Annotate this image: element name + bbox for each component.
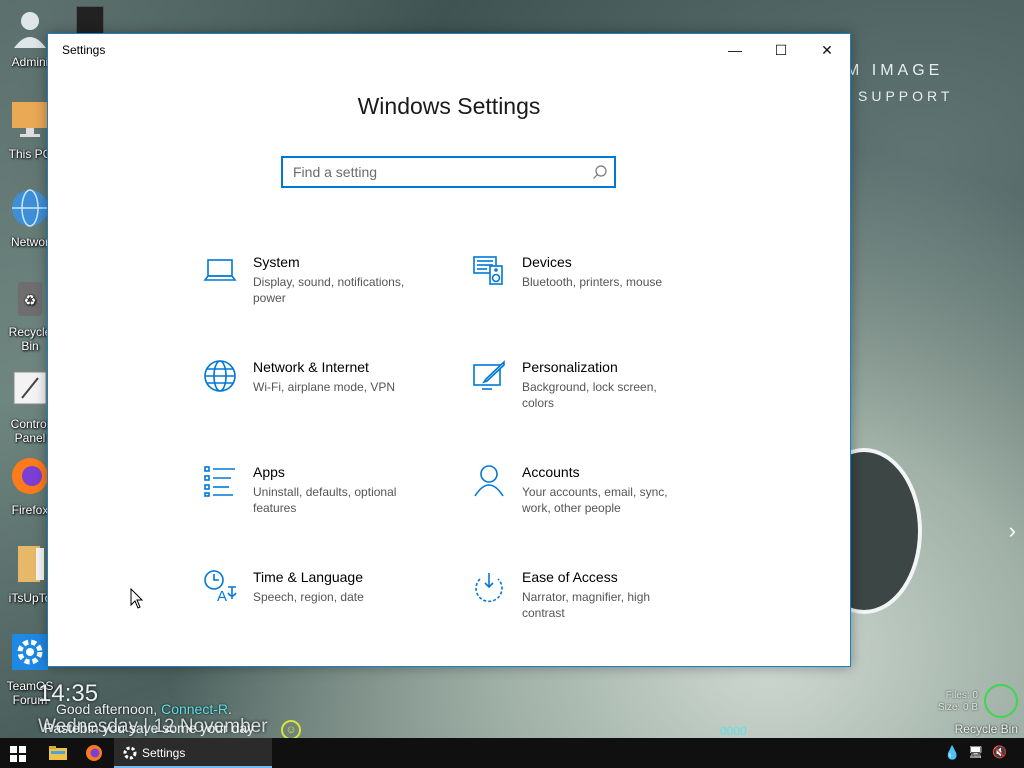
recycle-ring-icon <box>984 684 1018 718</box>
search-box[interactable] <box>281 156 616 188</box>
tile-name: Apps <box>253 464 285 480</box>
greeting-prefix: Good afternoon, <box>56 701 158 717</box>
start-button[interactable] <box>0 738 36 768</box>
recycle-files: Files: 0 <box>945 690 978 701</box>
title-bar[interactable]: Settings — ☐ ✕ <box>48 34 850 66</box>
globe-icon <box>204 360 236 392</box>
tile-desc: Wi-Fi, airplane mode, VPN <box>253 380 396 394</box>
page-title: Windows Settings <box>357 93 541 119</box>
wallpaper-text-support: SUPPORT <box>858 88 954 104</box>
droplet-icon[interactable]: 💧 <box>944 745 960 761</box>
search-icon <box>593 165 607 179</box>
mouse-cursor-icon <box>130 588 144 609</box>
tile-desc: Speech, region, date <box>253 590 364 604</box>
tile-desc: Display, sound, notifications, power <box>253 275 405 305</box>
tile-accounts[interactable]: Accounts Your accounts, email, sync, wor… <box>472 464 712 534</box>
control-panel-icon <box>13 371 47 405</box>
desktop-greeting: Good afternoon, Connect-R. <box>56 701 232 717</box>
gear-icon <box>123 746 137 760</box>
tile-desc: Background, lock screen, colors <box>522 380 657 410</box>
tile-system[interactable]: System Display, sound, notifications, po… <box>203 254 443 324</box>
recycle-bin-icon: ♻ <box>18 282 42 316</box>
disk-gauge: 0000 <box>720 724 747 738</box>
tile-personalization[interactable]: Personalization Background, lock screen,… <box>472 359 712 429</box>
folder-icon <box>18 546 44 582</box>
devices-icon <box>473 256 503 285</box>
taskbar: Settings 💧 🖥 🔇 <box>0 738 1024 768</box>
tile-desc: Bluetooth, printers, mouse <box>522 275 663 289</box>
greeting-suffix: . <box>228 701 232 717</box>
tile-name: System <box>253 254 300 270</box>
person-icon <box>474 465 504 497</box>
tile-time-language[interactable]: A Time & Language Speech, region, date <box>203 569 443 639</box>
dark-file-icon[interactable] <box>76 6 104 34</box>
tile-name: Devices <box>522 254 572 270</box>
greeting-name: Connect-R <box>161 701 228 717</box>
wallpaper-next-arrow[interactable]: › <box>1009 518 1016 544</box>
recycle-widget-title: Recycle Bin <box>954 722 1018 736</box>
taskbar-settings[interactable]: Settings <box>114 738 272 768</box>
network-globe-icon <box>12 189 48 227</box>
tile-ease-of-access[interactable]: Ease of Access Narrator, magnifier, high… <box>472 569 712 639</box>
svg-text:A: A <box>217 588 227 603</box>
laptop-icon <box>203 259 237 281</box>
recycle-size: Size: 0 B <box>937 702 978 713</box>
recycle-widget-meta: Files: 0 Size: 0 B <box>938 690 978 714</box>
tile-name: Network & Internet <box>253 359 369 375</box>
minimize-button[interactable]: — <box>712 34 758 66</box>
tile-desc: Your accounts, email, sync, work, other … <box>522 485 668 515</box>
tile-desc: Narrator, magnifier, high contrast <box>522 590 651 620</box>
apps-list-icon <box>204 466 235 497</box>
pastebin-text: Pastebin you save some your day <box>44 720 255 736</box>
time-language-icon: A <box>204 570 237 603</box>
windows-logo-icon <box>10 746 26 762</box>
close-button[interactable]: ✕ <box>804 34 850 66</box>
wallpaper-text-image: M IMAGE <box>846 62 944 79</box>
tile-devices[interactable]: Devices Bluetooth, printers, mouse <box>472 254 712 324</box>
settings-window: Settings — ☐ ✕ Windows Settings System D… <box>47 33 851 667</box>
search-input[interactable] <box>283 158 603 186</box>
folder-icon <box>49 746 67 760</box>
tile-apps[interactable]: Apps Uninstall, defaults, optional featu… <box>203 464 443 534</box>
volume-muted-icon[interactable]: 🔇 <box>992 745 1007 759</box>
svg-text:♻: ♻ <box>24 292 37 308</box>
gear-shortcut-icon <box>12 634 48 670</box>
tile-network-internet[interactable]: Network & Internet Wi-Fi, airplane mode,… <box>203 359 443 429</box>
taskbar-file-explorer[interactable] <box>38 738 76 768</box>
taskbar-settings-label: Settings <box>142 746 186 760</box>
tile-name: Ease of Access <box>522 569 618 585</box>
firefox-icon <box>12 458 48 494</box>
personalization-icon <box>473 360 505 390</box>
tile-desc: Uninstall, defaults, optional features <box>253 485 397 515</box>
maximize-button[interactable]: ☐ <box>758 34 804 66</box>
tile-name: Personalization <box>522 359 618 375</box>
computer-icon <box>12 102 48 137</box>
taskbar-firefox[interactable] <box>76 738 112 768</box>
window-title: Settings <box>62 43 106 57</box>
firefox-icon <box>86 745 102 761</box>
tile-name: Accounts <box>522 464 580 480</box>
user-icon <box>14 12 46 48</box>
recycle-bin-widget[interactable]: Files: 0 Size: 0 B Recycle Bin <box>928 684 1018 736</box>
network-icon[interactable]: 🖥 <box>968 745 983 759</box>
smile-icon: ☺ <box>281 720 301 740</box>
tile-name: Time & Language <box>253 569 363 585</box>
system-tray: 💧 🖥 🔇 <box>944 738 1024 768</box>
ease-of-access-icon <box>475 573 503 603</box>
